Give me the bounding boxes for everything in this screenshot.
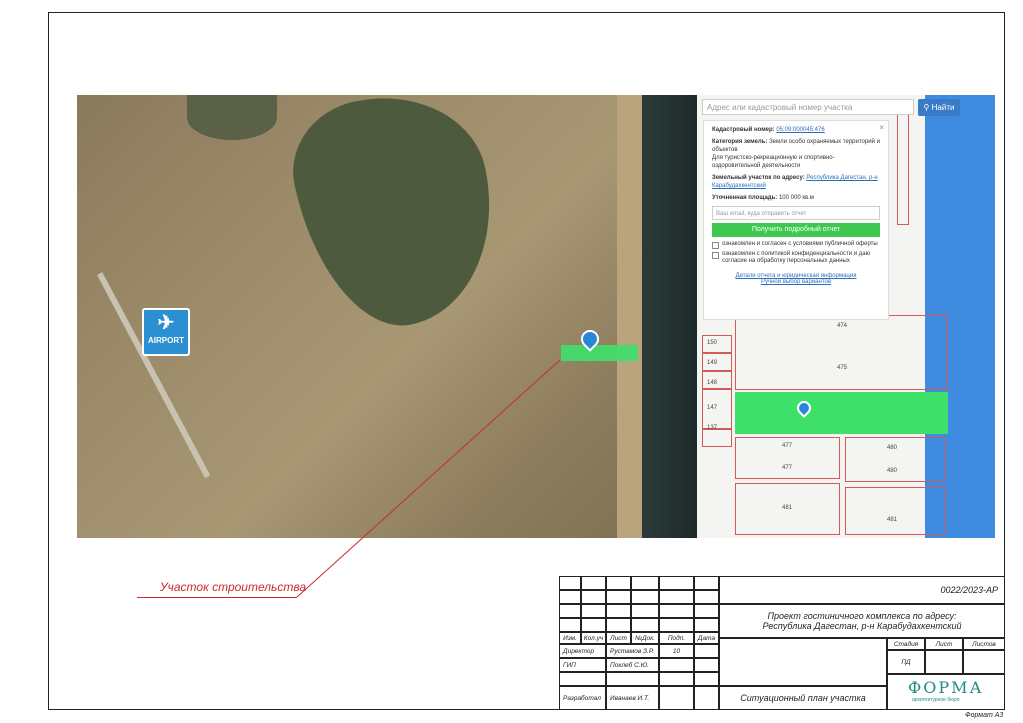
company-logo-subtitle: архитектурное бюро <box>912 697 960 703</box>
stage-value: ПД <box>887 650 925 674</box>
blank-cell <box>719 638 887 686</box>
col-header: №Док. <box>631 632 659 644</box>
sheet-title: Ситуационный план участка <box>719 686 887 710</box>
sheets-value <box>963 650 1005 674</box>
grid-cell <box>631 604 659 618</box>
format-label: Формат А3 <box>965 712 1004 719</box>
leader-line-stroke <box>296 359 561 598</box>
grid-cell <box>631 618 659 632</box>
company-logo: ФОРМА <box>908 678 984 697</box>
date-cell <box>694 644 719 658</box>
grid-cell <box>659 618 694 632</box>
col-header: Дата <box>694 632 719 644</box>
document-code: 0022/2023-АР <box>719 576 1005 604</box>
role-cell: ГИП <box>559 658 606 672</box>
grid-cell <box>631 590 659 604</box>
project-title: Проект гостиничного комплекса по адресу:… <box>719 604 1005 638</box>
grid-cell <box>581 576 606 590</box>
col-header: Лист <box>606 632 631 644</box>
col-header: Кол.уч <box>581 632 606 644</box>
grid-cell <box>559 604 581 618</box>
sheet-label: Лист <box>925 638 963 650</box>
grid-cell <box>606 604 631 618</box>
site-label-underline <box>137 597 297 598</box>
grid-cell <box>659 604 694 618</box>
grid-cell <box>659 576 694 590</box>
signature-cell <box>659 686 694 710</box>
signature-cell <box>659 672 694 686</box>
signature-cell: 10 <box>659 644 694 658</box>
date-cell <box>694 658 719 672</box>
grid-cell <box>694 590 719 604</box>
site-label: Участок строительства <box>160 580 306 594</box>
grid-cell <box>559 590 581 604</box>
grid-cell <box>581 618 606 632</box>
signature-cell <box>659 658 694 672</box>
stage-label: Стадия <box>887 638 925 650</box>
grid-cell <box>659 590 694 604</box>
name-cell: Рустамов З.Р. <box>606 644 659 658</box>
date-cell <box>694 686 719 710</box>
grid-cell <box>631 576 659 590</box>
grid-cell <box>694 576 719 590</box>
date-cell <box>694 672 719 686</box>
grid-cell <box>606 576 631 590</box>
grid-cell <box>581 590 606 604</box>
role-cell: Директор <box>559 644 606 658</box>
name-cell <box>606 672 659 686</box>
role-cell: Разработал <box>559 686 606 710</box>
grid-cell <box>559 618 581 632</box>
name-cell: Иванаев И.Т. <box>606 686 659 710</box>
grid-cell <box>581 604 606 618</box>
grid-cell <box>694 618 719 632</box>
sheet-value <box>925 650 963 674</box>
grid-cell <box>606 618 631 632</box>
role-cell <box>559 672 606 686</box>
col-header: Подп. <box>659 632 694 644</box>
grid-cell <box>606 590 631 604</box>
sheets-label: Листов <box>963 638 1005 650</box>
name-cell: Поклеб С.Ю. <box>606 658 659 672</box>
grid-cell <box>559 576 581 590</box>
grid-cell <box>694 604 719 618</box>
col-header: Изм. <box>559 632 581 644</box>
